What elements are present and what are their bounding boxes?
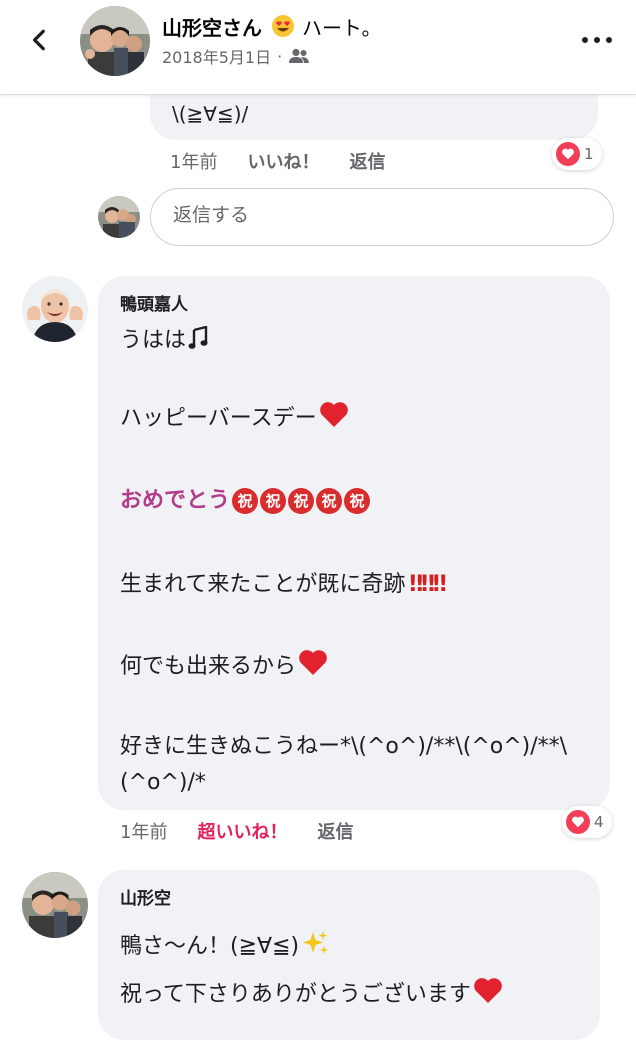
comment-line-text: うはは (120, 328, 187, 353)
more-dot (594, 37, 600, 43)
celebration-badge-icon: 祝 (288, 488, 315, 514)
comment-time[interactable]: 1年前 (120, 818, 167, 844)
more-dot (606, 37, 612, 43)
red-heart-icon (473, 976, 503, 1004)
comment-line-text: おめでとう (120, 488, 231, 513)
comment-line: 祝って下さりありがとうございます (120, 976, 503, 1008)
reaction-count: 4 (594, 813, 604, 831)
more-dot (582, 37, 588, 43)
comment-line-text: ハッピーバースデー (120, 406, 317, 431)
comment-line-text: 鴨さ〜ん！(≧∀≦) (120, 934, 300, 959)
reaction-count: 1 (584, 145, 594, 163)
love-reaction-icon (556, 142, 580, 166)
comment-line-text: 何でも出来るから (120, 654, 297, 679)
music-note-icon (188, 326, 210, 350)
author-avatar[interactable] (80, 6, 150, 76)
reaction-summary[interactable]: 1 (552, 138, 602, 170)
comment-actions: 1年前 超いいね！ 返信 (120, 818, 353, 844)
celebration-badge-icon: 祝 (344, 488, 371, 514)
current-user-avatar (98, 196, 140, 238)
double-exclamation-icon: ‼‼‼ (409, 572, 446, 597)
commenter-avatar[interactable] (22, 276, 88, 342)
comment-line: 生まれて来たことが既に奇跡 ‼‼‼ (120, 566, 447, 598)
post-meta: 2018年5月1日 · (162, 44, 310, 68)
more-options-button[interactable] (582, 28, 612, 52)
reply-button[interactable]: 返信 (349, 148, 385, 174)
meta-separator: · (277, 46, 283, 66)
comment-line: うはは (120, 322, 210, 354)
post-date[interactable]: 2018年5月1日 (162, 44, 271, 68)
like-button[interactable]: 超いいね！ (197, 818, 287, 844)
comment-line: (^o^)/* (120, 770, 206, 795)
like-button[interactable]: いいね！ (247, 148, 319, 174)
comment-text: \(≧∀≦)/ (172, 102, 249, 126)
heart-eyes-emoji-icon (271, 14, 295, 38)
comment-line: ハッピーバースデー (120, 400, 349, 432)
celebration-badge-icon: 祝 (232, 488, 259, 514)
comment-line-text: 生まれて来たことが既に奇跡 (120, 572, 406, 597)
commenter-avatar[interactable] (22, 872, 88, 938)
chevron-left-icon (32, 29, 45, 51)
comment-time[interactable]: 1年前 (170, 148, 217, 174)
friends-icon (289, 48, 310, 63)
comment-author[interactable]: 鴨頭嘉人 (120, 290, 188, 315)
post-header: 山形空さん ハート。 2018年5月1日 · (0, 0, 636, 95)
comment-author[interactable]: 山形空 (120, 884, 171, 909)
comment-line: 鴨さ〜ん！(≧∀≦) (120, 928, 329, 960)
comment-line: おめでとう祝祝祝祝祝 (120, 482, 371, 514)
comment-line: 何でも出来るから (120, 648, 328, 680)
celebration-badge-icon: 祝 (260, 488, 287, 514)
sparkles-icon (301, 930, 329, 956)
reply-field[interactable] (150, 188, 614, 246)
reply-input[interactable] (171, 203, 595, 227)
red-heart-icon (298, 648, 328, 676)
reaction-summary[interactable]: 4 (562, 806, 612, 838)
post-title: 山形空さん ハート。 (162, 12, 382, 41)
comment-bubble: 山形空 鴨さ〜ん！(≧∀≦) 祝って下さりありがとうございます (98, 870, 600, 1040)
celebration-badge-icon: 祝 (316, 488, 343, 514)
comment-actions: 1年前 いいね！ 返信 (170, 148, 385, 174)
reply-button[interactable]: 返信 (317, 818, 353, 844)
comment-bubble: 鴨頭嘉人 うはは ハッピーバースデー おめでとう祝祝祝祝祝 生まれて来たことが既… (98, 276, 610, 810)
feeling-text: ハート。 (301, 16, 382, 40)
red-heart-icon (319, 400, 349, 428)
comment-line-text: 祝って下さりありがとうございます (120, 982, 471, 1007)
love-reaction-icon (566, 810, 590, 834)
back-button[interactable] (22, 22, 58, 58)
comment-line: 好きに生きぬこうねー*\(^o^)/**\(^o^)/**\ (120, 734, 568, 759)
author-name[interactable]: 山形空さん (162, 16, 262, 40)
